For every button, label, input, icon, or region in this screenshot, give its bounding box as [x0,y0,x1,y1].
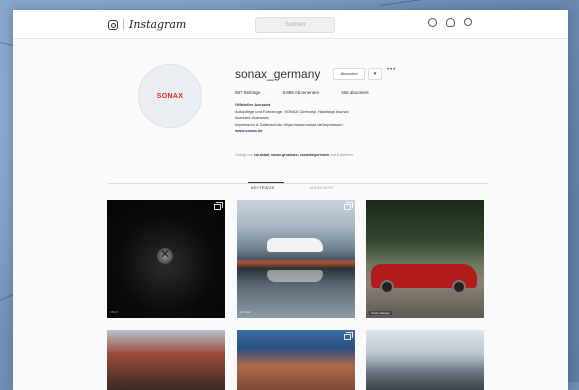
posts-count: 987 Beiträge [235,90,261,95]
post-caption: 2h 6min [240,310,251,314]
post-tile[interactable]: XBOX [107,200,225,318]
profile-stats: 987 Beiträge 8.889 Abonnenten 365 abonni… [235,90,369,95]
tab-tagged[interactable]: MARKIERT [310,185,335,190]
post-tile[interactable] [366,330,484,390]
compass-icon[interactable] [428,18,437,27]
follow-button[interactable]: Abonniert [333,68,365,80]
avatar-logo: SONAX [156,92,184,100]
followers-count[interactable]: 8.889 Abonnenten [283,90,320,95]
instagram-window: Instagram Suchen SONAX sonax_germany Abo… [13,10,568,390]
followed-by-prefix: Gefolgt von [235,153,253,157]
instagram-logo[interactable]: Instagram [108,18,186,31]
avatar[interactable]: SONAX [138,64,202,128]
profile-username: sonax_germany [235,67,321,81]
chevron-down-button[interactable]: ▾ [368,68,382,80]
wheel [452,280,466,294]
logo-divider [123,19,124,30]
car-image [267,238,323,252]
multi-image-icon [344,332,353,340]
wheel [380,280,394,294]
following-count[interactable]: 365 abonniert [341,90,369,95]
tab-posts[interactable]: BEITRÄGE [247,182,285,190]
bio-link[interactable]: www.sonax.de [235,128,445,135]
search-input[interactable]: Suchen [255,17,335,33]
followed-by-suffix: und 8 weiteren [329,153,353,157]
followed-by[interactable]: Gefolgt von car.detail, sonax.greatcars,… [235,153,353,157]
xbox-logo [157,247,173,264]
top-navigation-bar: Instagram Suchen [13,10,568,39]
camera-icon [108,19,118,30]
profile-bio: Offizieller Account Autopflege und Fahrz… [235,102,445,135]
post-tile[interactable] [237,330,355,390]
multi-image-icon [344,202,353,210]
tabs-divider [108,183,488,184]
post-tile[interactable]: Crazy Garage [366,200,484,318]
more-options-icon[interactable]: ••• [387,67,396,73]
post-tile[interactable] [107,330,225,390]
car-reflection [267,270,323,282]
nav-icons [428,18,472,27]
post-caption: Crazy Garage [369,311,392,315]
post-tile[interactable]: 2h 6min [237,200,355,318]
followed-by-names: car.detail, sonax.greatcars, sonaxfolger… [253,153,329,157]
profile-icon[interactable] [464,18,472,26]
brand-wordmark: Instagram [129,18,187,31]
multi-image-icon [214,202,223,210]
post-caption: XBOX [110,310,119,314]
heart-icon[interactable] [446,18,455,27]
